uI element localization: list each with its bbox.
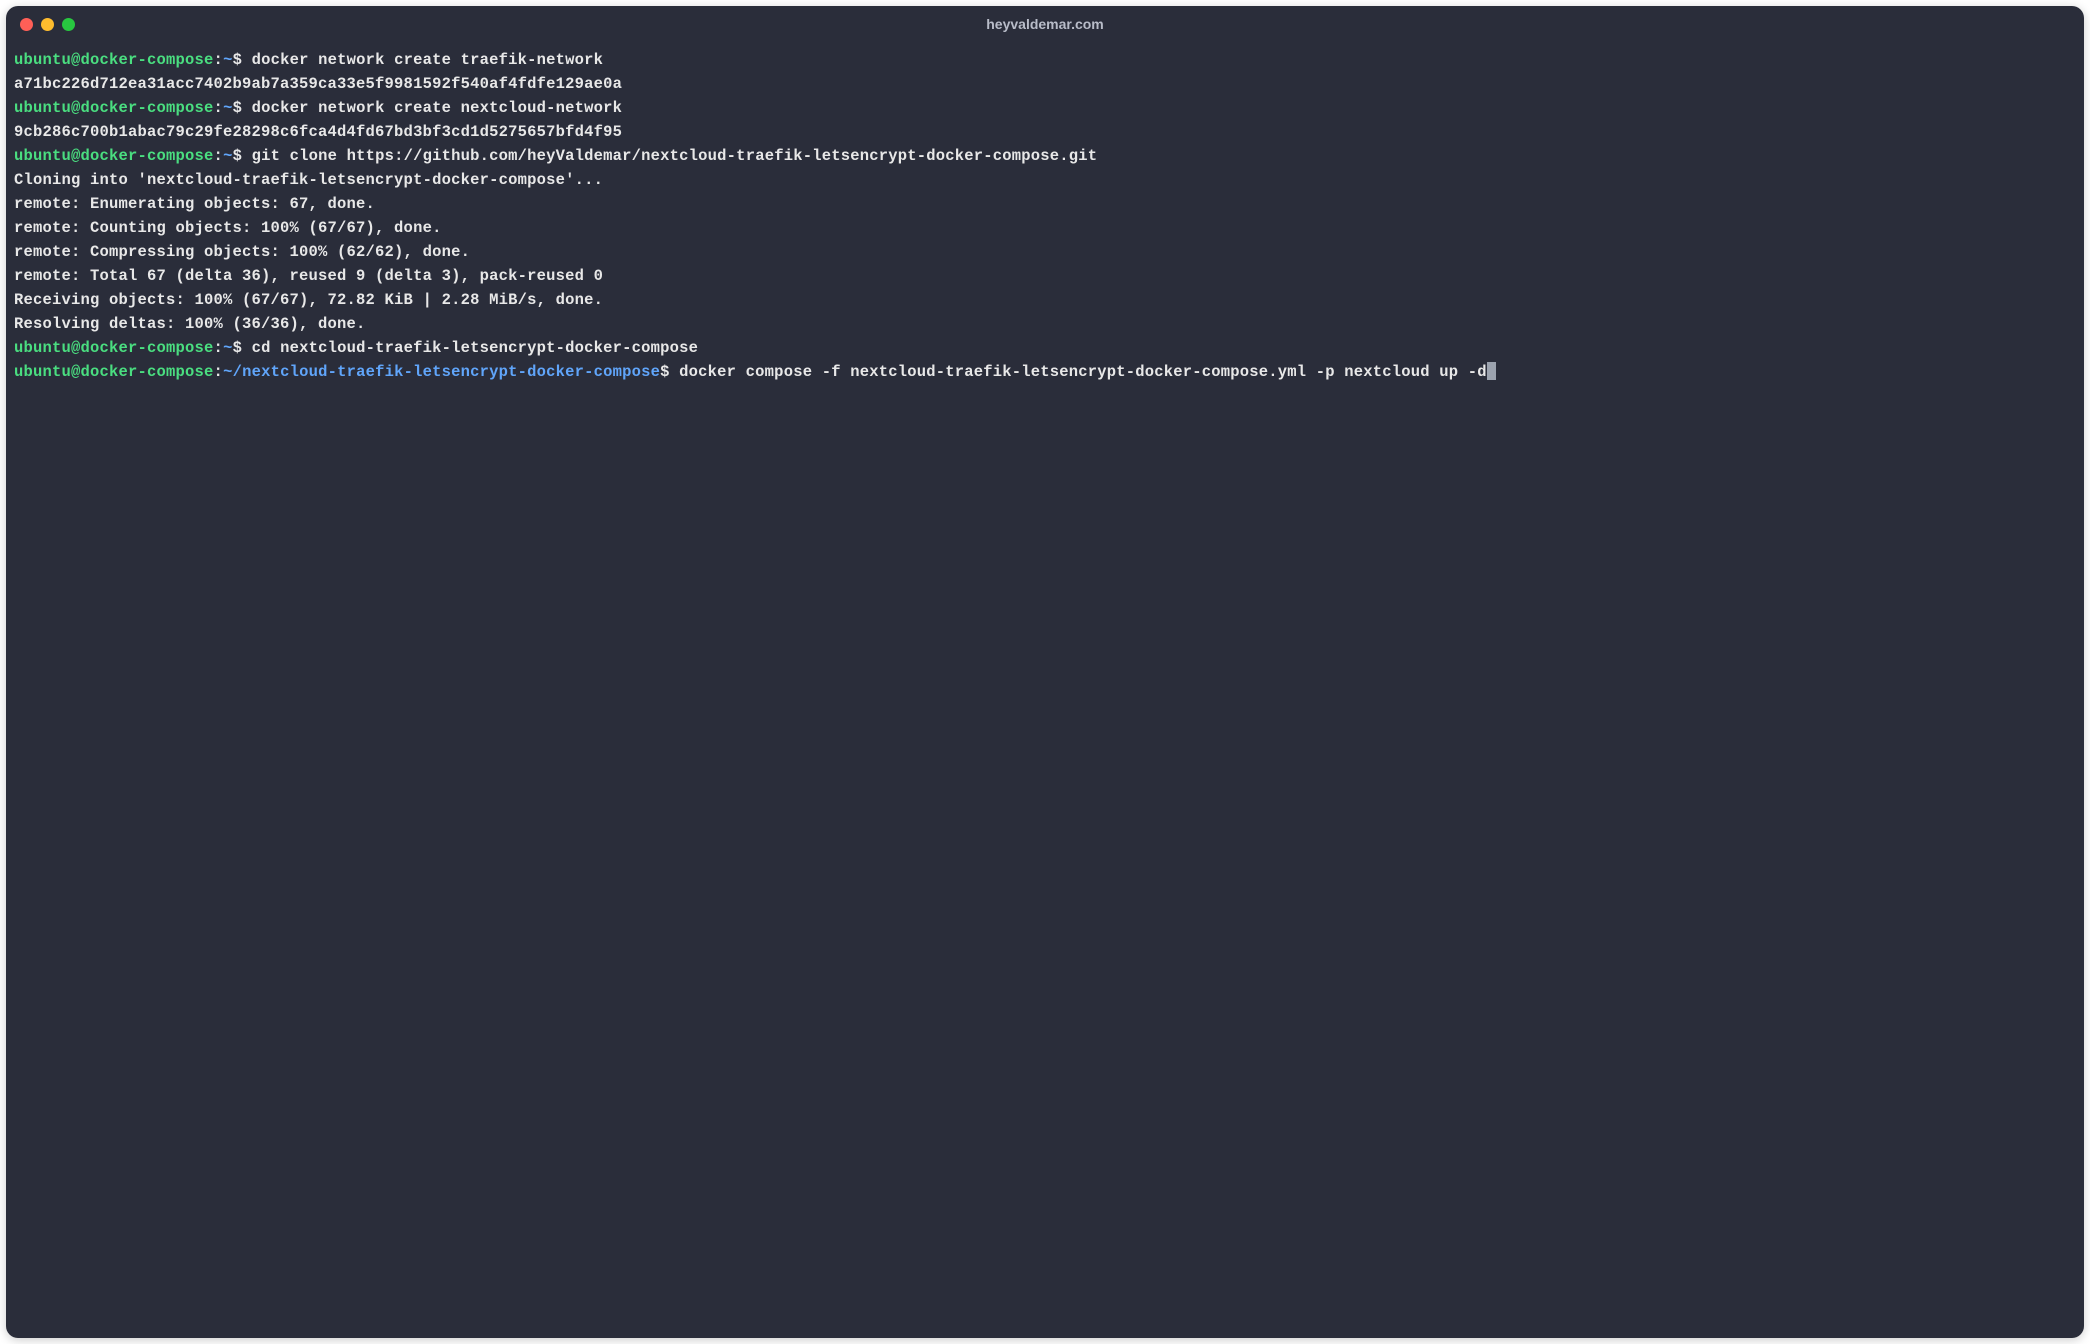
titlebar[interactable]: heyvaldemar.com	[6, 6, 2084, 42]
prompt-char: $	[233, 51, 243, 69]
close-icon[interactable]	[20, 18, 33, 31]
cursor-icon	[1487, 362, 1496, 380]
command-text: docker network create nextcloud-network	[252, 99, 623, 117]
prompt-user-host: ubuntu@docker-compose	[14, 99, 214, 117]
prompt-path: ~/nextcloud-traefik-letsencrypt-docker-c…	[223, 363, 660, 381]
prompt-sep: :	[214, 99, 224, 117]
prompt-path: ~	[223, 339, 233, 357]
output-text: 9cb286c700b1abac79c29fe28298c6fca4d4fd67…	[14, 120, 2076, 144]
output-text: Cloning into 'nextcloud-traefik-letsencr…	[14, 168, 2076, 192]
prompt-user-host: ubuntu@docker-compose	[14, 147, 214, 165]
output-text: remote: Compressing objects: 100% (62/62…	[14, 240, 2076, 264]
output-text: Resolving deltas: 100% (36/36), done.	[14, 312, 2076, 336]
output-text: a71bc226d712ea31acc7402b9ab7a359ca33e5f9…	[14, 72, 2076, 96]
output-text: remote: Total 67 (delta 36), reused 9 (d…	[14, 264, 2076, 288]
prompt-line: ubuntu@docker-compose:~$ docker network …	[14, 48, 2076, 72]
prompt-sep: :	[214, 339, 224, 357]
prompt-sep: :	[214, 363, 224, 381]
prompt-char: $	[233, 339, 243, 357]
prompt-user-host: ubuntu@docker-compose	[14, 363, 214, 381]
command-text: docker network create traefik-network	[252, 51, 604, 69]
window-title: heyvaldemar.com	[986, 16, 1104, 32]
prompt-char: $	[660, 363, 670, 381]
output-text: remote: Enumerating objects: 67, done.	[14, 192, 2076, 216]
prompt-user-host: ubuntu@docker-compose	[14, 339, 214, 357]
output-text: remote: Counting objects: 100% (67/67), …	[14, 216, 2076, 240]
prompt-char: $	[233, 99, 243, 117]
command-text: docker compose -f nextcloud-traefik-lets…	[679, 363, 1487, 381]
traffic-lights	[20, 18, 75, 31]
prompt-user-host: ubuntu@docker-compose	[14, 51, 214, 69]
prompt-char: $	[233, 147, 243, 165]
prompt-path: ~	[223, 99, 233, 117]
prompt-line: ubuntu@docker-compose:~$ cd nextcloud-tr…	[14, 336, 2076, 360]
prompt-path: ~	[223, 51, 233, 69]
output-text: Receiving objects: 100% (67/67), 72.82 K…	[14, 288, 2076, 312]
prompt-line: ubuntu@docker-compose:~/nextcloud-traefi…	[14, 360, 2076, 384]
maximize-icon[interactable]	[62, 18, 75, 31]
prompt-line: ubuntu@docker-compose:~$ docker network …	[14, 96, 2076, 120]
prompt-sep: :	[214, 51, 224, 69]
terminal-window: heyvaldemar.com ubuntu@docker-compose:~$…	[6, 6, 2084, 1338]
prompt-path: ~	[223, 147, 233, 165]
minimize-icon[interactable]	[41, 18, 54, 31]
terminal-body[interactable]: ubuntu@docker-compose:~$ docker network …	[6, 42, 2084, 1338]
command-text: cd nextcloud-traefik-letsencrypt-docker-…	[252, 339, 699, 357]
prompt-sep: :	[214, 147, 224, 165]
prompt-line: ubuntu@docker-compose:~$ git clone https…	[14, 144, 2076, 168]
command-text: git clone https://github.com/heyValdemar…	[252, 147, 1098, 165]
